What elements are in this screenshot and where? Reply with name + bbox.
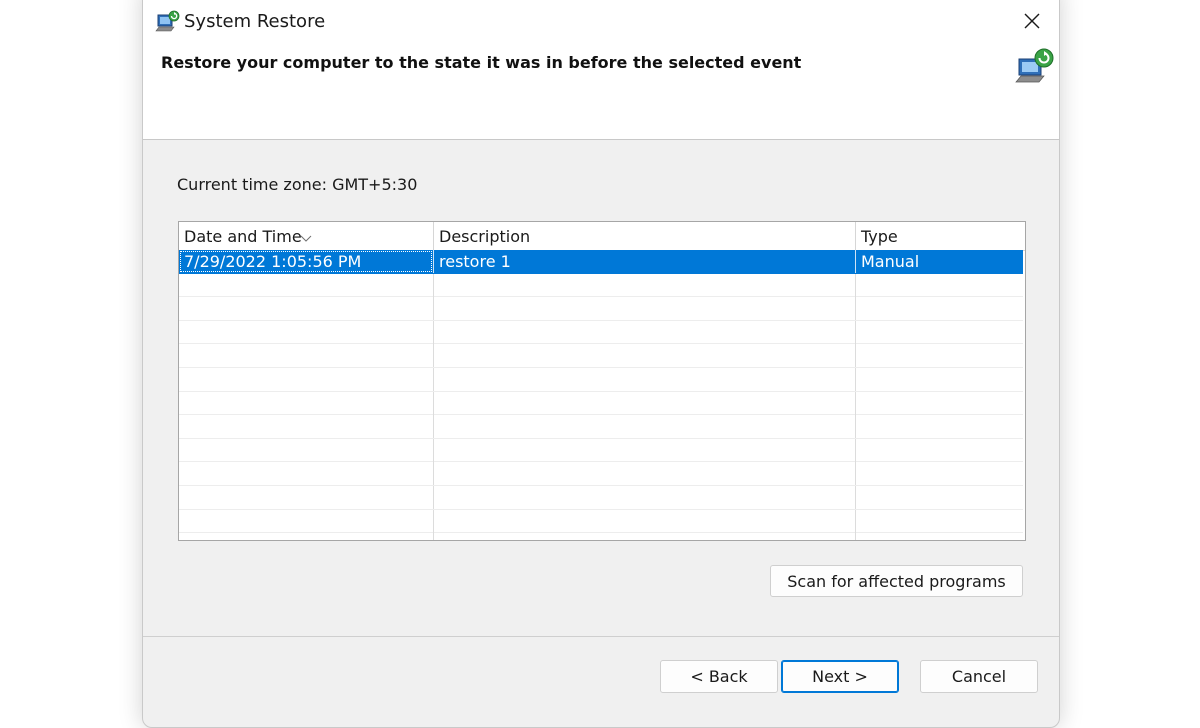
cell-type: Manual [855, 250, 1023, 273]
cell-description: restore 1 [433, 250, 855, 273]
window-header: System Restore Restore your computer to … [143, 0, 1059, 140]
empty-row [179, 485, 1023, 510]
empty-row [179, 344, 1023, 368]
window-title: System Restore [184, 11, 326, 32]
empty-row [179, 297, 1023, 321]
empty-row [179, 462, 1023, 486]
table-row[interactable]: 7/29/2022 1:05:56 PM restore 1 Manual [179, 250, 1023, 274]
system-restore-window: System Restore Restore your computer to … [142, 0, 1060, 728]
back-button[interactable]: < Back [660, 660, 778, 693]
sort-chevron-down-icon [300, 223, 312, 242]
empty-row [179, 509, 1023, 534]
column-header-type[interactable]: Type [855, 222, 1025, 250]
empty-row [179, 273, 1023, 298]
table-body: 7/29/2022 1:05:56 PM restore 1 Manual [179, 250, 1025, 540]
close-icon [1023, 12, 1041, 34]
system-restore-icon [155, 9, 181, 35]
empty-row [179, 533, 1023, 540]
page-heading: Restore your computer to the state it wa… [161, 53, 802, 72]
current-time-zone: Current time zone: GMT+5:30 [177, 175, 418, 194]
next-button[interactable]: Next > [781, 660, 899, 693]
scan-affected-programs-button[interactable]: Scan for affected programs [770, 565, 1023, 597]
cancel-button[interactable]: Cancel [920, 660, 1038, 693]
empty-row [179, 320, 1023, 345]
cell-date-time: 7/29/2022 1:05:56 PM [179, 250, 433, 273]
empty-row [179, 367, 1023, 392]
empty-row [179, 415, 1023, 439]
empty-row [179, 438, 1023, 463]
empty-row [179, 391, 1023, 416]
system-restore-large-icon [1015, 47, 1055, 85]
footer-divider [143, 636, 1059, 637]
restore-points-table: Date and Time Description Type 7/29/2022… [178, 221, 1026, 541]
column-header-description[interactable]: Description [433, 222, 855, 250]
table-header: Date and Time Description Type [179, 222, 1025, 251]
close-button[interactable] [1007, 5, 1057, 41]
column-header-date-time[interactable]: Date and Time [179, 222, 433, 250]
